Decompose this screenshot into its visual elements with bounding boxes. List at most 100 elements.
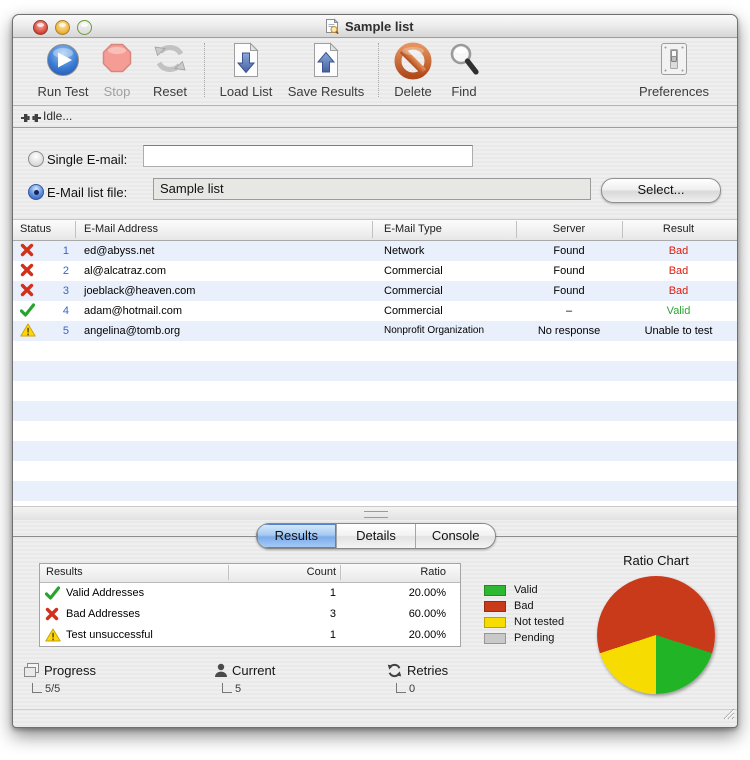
ratio-pie-chart <box>597 576 715 694</box>
column-header-status[interactable]: Status <box>20 223 51 235</box>
results-row-ratio: 60.00% <box>340 604 446 625</box>
toolbar-separator <box>204 43 205 97</box>
result: Bad <box>622 281 735 301</box>
legend-chip <box>484 585 506 596</box>
tab-results[interactable]: Results <box>257 524 337 548</box>
save-results-button[interactable]: Save Results <box>286 41 366 103</box>
app-window: Sample list Run Test <box>12 14 738 728</box>
document-magnifier-icon <box>324 18 340 34</box>
email-type: Commercial <box>384 261 516 281</box>
reset-button[interactable]: Reset <box>140 41 200 103</box>
server-status: Found <box>516 261 622 281</box>
column-header-type[interactable]: E-Mail Type <box>384 223 442 235</box>
stacked-pages-icon <box>23 663 40 683</box>
progress-label: Progress <box>44 663 96 678</box>
minimize-button[interactable] <box>55 20 70 35</box>
email-type: Nonprofit Organization <box>384 321 516 341</box>
table-header[interactable]: Status E-Mail Address E-Mail Type Server… <box>13 219 737 241</box>
legend-label: Not tested <box>514 616 564 628</box>
results-summary-table: Results Count Ratio Valid Addresses 1 20… <box>39 563 461 647</box>
preferences-button[interactable]: Preferences <box>634 41 714 103</box>
stop-octagon-icon <box>87 41 147 83</box>
email-address: angelina@tomb.org <box>84 321 180 341</box>
table-row[interactable]: 4 adam@hotmail.com Commercial – Valid <box>13 301 737 321</box>
email-address: ed@abyss.net <box>84 241 155 261</box>
column-header-server[interactable]: Server <box>516 223 622 235</box>
tab-bar: Results Details Console <box>256 523 496 549</box>
tab-console[interactable]: Console <box>416 524 495 548</box>
legend-label: Pending <box>514 632 554 644</box>
toolbar-item-label: Reset <box>140 84 200 99</box>
email-type: Commercial <box>384 301 516 321</box>
results-row-bad: Bad Addresses 3 60.00% <box>40 604 460 625</box>
table-row[interactable]: 3 joeblack@heaven.com Commercial Found B… <box>13 281 737 301</box>
toolbar-item-label: Preferences <box>634 84 714 99</box>
column-divider <box>516 221 517 238</box>
results-column-header: Results <box>46 566 83 578</box>
result: Bad <box>622 261 735 281</box>
person-icon <box>214 663 228 683</box>
server-status: Found <box>516 281 622 301</box>
server-status: – <box>516 301 622 321</box>
refresh-arrows-icon <box>140 41 200 83</box>
column-header-result[interactable]: Result <box>622 223 735 235</box>
titlebar[interactable]: Sample list <box>13 15 737 38</box>
document-arrow-down-icon <box>216 41 276 83</box>
toolbar-item-label: Save Results <box>286 84 366 99</box>
server-status: Found <box>516 241 622 261</box>
zoom-button[interactable] <box>77 20 92 35</box>
legend-chip <box>484 601 506 612</box>
resize-grip[interactable] <box>720 705 735 725</box>
column-divider <box>340 565 341 580</box>
run-test-button[interactable]: Run Test <box>31 41 95 103</box>
legend-chip <box>484 633 506 644</box>
status-bar: Idle... <box>13 106 737 128</box>
select-button[interactable]: Select... <box>601 178 721 203</box>
results-row-count: 3 <box>230 604 336 625</box>
load-list-button[interactable]: Load List <box>216 41 276 103</box>
find-button[interactable]: Find <box>434 41 494 103</box>
tab-details[interactable]: Details <box>337 524 417 548</box>
column-divider <box>75 221 76 238</box>
magnifier-icon <box>434 41 494 83</box>
table-row[interactable]: 2 al@alcatraz.com Commercial Found Bad <box>13 261 737 281</box>
column-header-address[interactable]: E-Mail Address <box>84 223 158 235</box>
results-row-label: Bad Addresses <box>66 604 140 625</box>
warning-status-icon <box>45 628 61 643</box>
server-status: No response <box>516 321 622 341</box>
toolbar-separator <box>378 43 379 97</box>
tree-bracket <box>222 683 232 693</box>
result: Unable to test <box>622 321 735 341</box>
status-text: Idle... <box>43 109 72 123</box>
column-divider <box>228 565 229 580</box>
count-column-header: Count <box>230 566 336 578</box>
column-divider <box>622 221 623 238</box>
single-email-input[interactable] <box>143 145 473 167</box>
email-table[interactable]: 1 ed@abyss.net Network Found Bad 2 al@al… <box>13 241 737 506</box>
results-table-header: Results Count Ratio <box>40 564 460 583</box>
window-title: Sample list <box>345 19 414 34</box>
row-number: 4 <box>33 301 69 321</box>
column-divider <box>372 221 373 238</box>
pane-splitter[interactable] <box>13 506 737 520</box>
single-email-radio[interactable] <box>28 151 44 167</box>
results-row-count: 1 <box>230 583 336 604</box>
list-file-radio[interactable] <box>28 184 44 200</box>
bad-status-icon <box>45 607 61 622</box>
row-number: 2 <box>33 261 69 281</box>
splitter-handle-icon[interactable] <box>364 511 388 518</box>
legend-label: Bad <box>514 600 534 612</box>
progress-value: 5/5 <box>45 683 60 695</box>
row-number: 5 <box>33 321 69 341</box>
table-row[interactable]: 5 angelina@tomb.org Nonprofit Organizati… <box>13 321 737 341</box>
current-value: 5 <box>235 683 241 695</box>
results-row-label: Valid Addresses <box>66 583 144 604</box>
close-button[interactable] <box>33 20 48 35</box>
stop-button[interactable]: Stop <box>87 41 147 103</box>
email-address: adam@hotmail.com <box>84 301 182 321</box>
valid-status-icon <box>45 586 61 601</box>
table-row[interactable]: 1 ed@abyss.net Network Found Bad <box>13 241 737 261</box>
plug-connector-icon <box>21 111 41 129</box>
list-file-field[interactable]: Sample list <box>153 178 591 200</box>
ratio-column-header: Ratio <box>340 566 446 578</box>
